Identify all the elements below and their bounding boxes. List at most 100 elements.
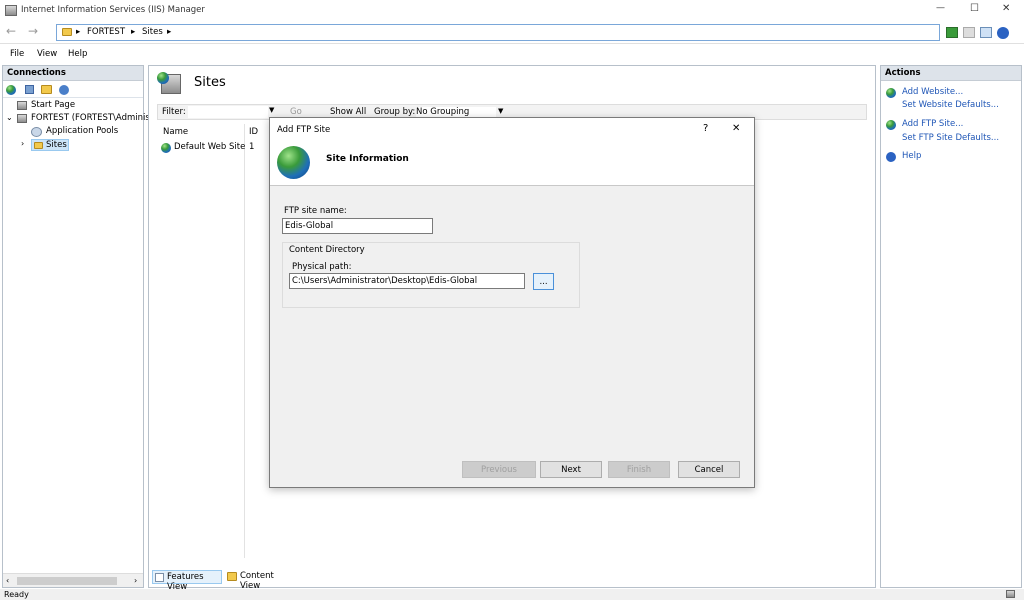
add-ftp-icon	[886, 120, 896, 130]
column-id[interactable]: ID	[249, 127, 258, 137]
site-name-input[interactable]: Edis-Global	[282, 218, 433, 234]
physical-path-label: Physical path:	[292, 262, 352, 272]
row-id: 1	[249, 142, 255, 152]
page-title: Sites	[194, 75, 226, 90]
minimize-button[interactable]: —	[936, 3, 945, 13]
next-button[interactable]: Next	[540, 461, 602, 478]
status-bar: Ready	[0, 589, 1024, 600]
previous-button[interactable]: Previous	[462, 461, 536, 478]
table-row[interactable]: Default Web Site 1	[157, 142, 277, 154]
disconnect-icon[interactable]	[59, 85, 69, 95]
dialog-close-button[interactable]: ✕	[732, 123, 740, 134]
breadcrumb-sep-icon: ▸	[76, 27, 81, 37]
set-website-defaults-link[interactable]: Set Website Defaults...	[902, 100, 999, 110]
connections-panel: Connections Start Page ⌄ FORTEST (FORTES…	[2, 65, 153, 588]
physical-path-input[interactable]: C:\Users\Administrator\Desktop\Edis-Glob…	[289, 273, 525, 289]
add-website-icon	[886, 88, 896, 98]
scroll-right-icon[interactable]: ›	[134, 576, 137, 585]
breadcrumb[interactable]: ▸ FORTEST ▸ Sites ▸	[56, 24, 940, 41]
help-icon	[886, 152, 896, 162]
tree-app-pools[interactable]: Application Pools	[31, 126, 143, 138]
save-icon[interactable]	[25, 85, 34, 94]
add-ftp-site-dialog: Add FTP Site ? ✕ Site Information FTP si…	[269, 117, 755, 488]
column-divider	[244, 124, 245, 558]
forward-button[interactable]: →	[28, 24, 38, 38]
column-name[interactable]: Name	[163, 127, 188, 137]
site-name-label: FTP site name:	[284, 206, 347, 216]
refresh-icon[interactable]	[946, 27, 958, 38]
add-website-link[interactable]: Add Website...	[902, 87, 963, 97]
content-directory-label: Content Directory	[289, 245, 365, 255]
filter-dropdown-icon[interactable]: ▼	[269, 106, 274, 114]
tree-sites-label: Sites	[46, 140, 67, 150]
up-icon[interactable]	[41, 85, 52, 94]
actions-panel: Actions Add Website... Set Website Defau…	[880, 65, 1022, 588]
tree-server-label: FORTEST (FORTEST\Administ	[31, 113, 154, 123]
finish-label: Finish	[626, 464, 652, 475]
help-menu-icon[interactable]	[997, 27, 1009, 39]
home-folder-icon	[62, 28, 72, 36]
site-globe-icon	[161, 143, 171, 153]
tree-sites[interactable]: Sites	[31, 139, 69, 151]
collapse-chevron-icon[interactable]: ›	[21, 139, 24, 148]
horizontal-scrollbar[interactable]: ‹ ›	[3, 573, 143, 587]
scroll-left-icon[interactable]: ‹	[6, 576, 9, 585]
group-by-dropdown-icon[interactable]: ▼	[498, 107, 503, 115]
finish-button[interactable]: Finish	[608, 461, 670, 478]
connections-title: Connections	[3, 66, 143, 81]
dialog-header: Site Information	[270, 140, 754, 186]
tree-app-pools-label: Application Pools	[46, 126, 119, 136]
window-title: Internet Information Services (IIS) Mana…	[21, 5, 205, 15]
scroll-thumb[interactable]	[17, 577, 117, 585]
add-ftp-site-link[interactable]: Add FTP Site...	[902, 119, 963, 129]
breadcrumb-fortest[interactable]: FORTEST	[87, 27, 125, 37]
menu-help[interactable]: Help	[68, 49, 87, 59]
site-name-value: Edis-Global	[285, 221, 334, 231]
menu-view[interactable]: View	[37, 49, 57, 59]
breadcrumb-sep-icon: ▸	[131, 27, 136, 37]
dialog-title-bar: Add FTP Site ? ✕	[270, 118, 754, 140]
group-by-label: Group by:	[374, 107, 416, 117]
breadcrumb-sites[interactable]: Sites	[142, 27, 163, 37]
set-ftp-defaults-link[interactable]: Set FTP Site Defaults...	[902, 133, 999, 143]
stop-icon[interactable]	[963, 27, 975, 38]
address-bar: ← → ▸ FORTEST ▸ Sites ▸	[0, 22, 1024, 44]
cancel-label: Cancel	[694, 464, 724, 475]
browse-button[interactable]: ...	[533, 273, 554, 290]
previous-label: Previous	[481, 464, 517, 475]
server-icon	[17, 114, 27, 123]
menu-file[interactable]: File	[10, 49, 24, 59]
connect-icon[interactable]	[6, 85, 16, 95]
sites-folder-icon	[34, 142, 43, 149]
tree-start-page-label: Start Page	[31, 100, 76, 110]
help-link[interactable]: Help	[902, 151, 921, 161]
cancel-button[interactable]: Cancel	[678, 461, 740, 478]
start-page-icon	[17, 101, 27, 110]
filter-input[interactable]	[188, 106, 268, 118]
content-view-tab[interactable]: Content View	[225, 570, 295, 591]
row-name: Default Web Site	[174, 142, 246, 152]
maximize-button[interactable]: ☐	[970, 3, 979, 14]
content-directory-group: Content Directory Physical path: C:\User…	[282, 242, 580, 308]
iis-app-icon	[5, 5, 17, 16]
features-view-icon	[155, 573, 164, 582]
close-button[interactable]: ✕	[1002, 3, 1010, 14]
view-tabs: Features View Content View	[150, 570, 550, 592]
tree-server[interactable]: FORTEST (FORTEST\Administ	[17, 113, 153, 125]
go-button[interactable]: Go	[290, 107, 302, 117]
group-by-select[interactable]: No Grouping	[416, 107, 496, 117]
back-button[interactable]: ←	[6, 24, 16, 38]
tree-start-page[interactable]: Start Page	[17, 100, 143, 112]
status-text: Ready	[4, 590, 29, 599]
next-label: Next	[561, 464, 581, 475]
show-all-button[interactable]: Show All	[330, 107, 366, 117]
browse-label: ...	[539, 276, 548, 287]
home-icon[interactable]	[980, 27, 992, 38]
content-view-label: Content View	[240, 571, 274, 591]
dialog-help-button[interactable]: ?	[703, 123, 708, 134]
expand-chevron-icon[interactable]: ⌄	[6, 113, 13, 122]
dialog-title: Add FTP Site	[277, 125, 331, 135]
features-view-tab[interactable]: Features View	[152, 570, 222, 592]
title-bar: Internet Information Services (IIS) Mana…	[0, 0, 1024, 22]
breadcrumb-sep-icon: ▸	[167, 27, 172, 37]
